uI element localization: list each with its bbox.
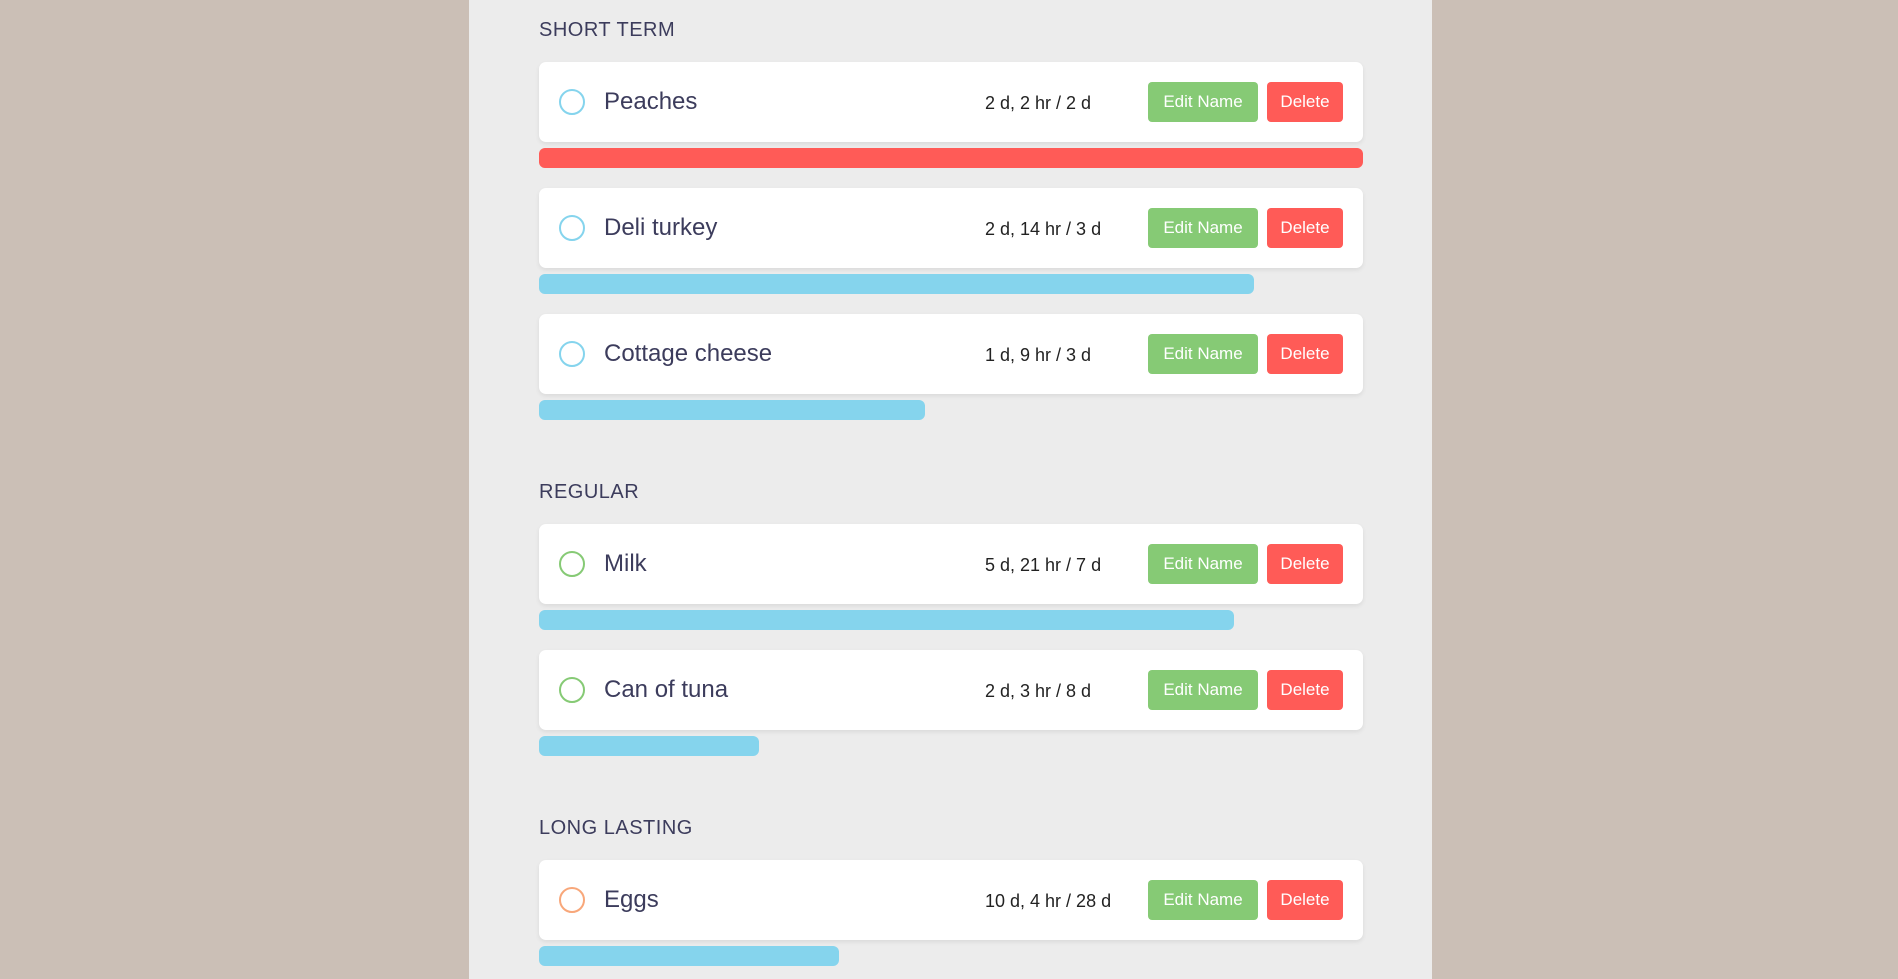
list-item: Cottage cheese 1 d, 9 hr / 3 d Edit Name… <box>539 314 1363 394</box>
section-title-long-lasting: LONG LASTING <box>539 817 693 839</box>
checkbox-circle[interactable] <box>559 887 585 913</box>
freshness-bar <box>539 946 839 966</box>
checkbox-circle[interactable] <box>559 551 585 577</box>
freshness-bar <box>539 400 925 420</box>
list-item: Milk 5 d, 21 hr / 7 d Edit Name Delete <box>539 524 1363 604</box>
edit-name-button[interactable]: Edit Name <box>1148 670 1258 710</box>
edit-name-button[interactable]: Edit Name <box>1148 82 1258 122</box>
checkbox-circle[interactable] <box>559 341 585 367</box>
delete-button[interactable]: Delete <box>1267 208 1343 248</box>
list-item: Eggs 10 d, 4 hr / 28 d Edit Name Delete <box>539 860 1363 940</box>
list-item: Deli turkey 2 d, 14 hr / 3 d Edit Name D… <box>539 188 1363 268</box>
delete-button[interactable]: Delete <box>1267 334 1343 374</box>
item-name: Can of tuna <box>604 676 729 703</box>
item-time: 10 d, 4 hr / 28 d <box>985 891 1112 911</box>
edit-name-button[interactable]: Edit Name <box>1148 880 1258 920</box>
item-name: Peaches <box>604 88 698 115</box>
edit-name-button[interactable]: Edit Name <box>1148 334 1258 374</box>
section-title-regular: REGULAR <box>539 481 640 503</box>
list-item: Can of tuna 2 d, 3 hr / 8 d Edit Name De… <box>539 650 1363 730</box>
item-time: 2 d, 2 hr / 2 d <box>985 93 1092 113</box>
freshness-bar <box>539 610 1234 630</box>
delete-button[interactable]: Delete <box>1267 82 1343 122</box>
item-name: Cottage cheese <box>604 340 773 367</box>
item-time: 2 d, 3 hr / 8 d <box>985 681 1092 701</box>
item-name: Eggs <box>604 886 659 913</box>
item-name: Milk <box>604 550 647 577</box>
checkbox-circle[interactable] <box>559 89 585 115</box>
edit-name-button[interactable]: Edit Name <box>1148 208 1258 248</box>
section-title-short-term: SHORT TERM <box>539 19 676 41</box>
delete-button[interactable]: Delete <box>1267 880 1343 920</box>
edit-name-button[interactable]: Edit Name <box>1148 544 1258 584</box>
delete-button[interactable]: Delete <box>1267 544 1343 584</box>
item-time: 1 d, 9 hr / 3 d <box>985 345 1092 365</box>
item-name: Deli turkey <box>604 214 718 241</box>
freshness-bar <box>539 736 759 756</box>
checkbox-circle[interactable] <box>559 215 585 241</box>
checkbox-circle[interactable] <box>559 677 585 703</box>
freshness-bar <box>539 148 1363 168</box>
item-time: 5 d, 21 hr / 7 d <box>985 555 1102 575</box>
item-time: 2 d, 14 hr / 3 d <box>985 219 1102 239</box>
delete-button[interactable]: Delete <box>1267 670 1343 710</box>
freshness-bar <box>539 274 1254 294</box>
list-item: Peaches 2 d, 2 hr / 2 d Edit Name Delete <box>539 62 1363 142</box>
